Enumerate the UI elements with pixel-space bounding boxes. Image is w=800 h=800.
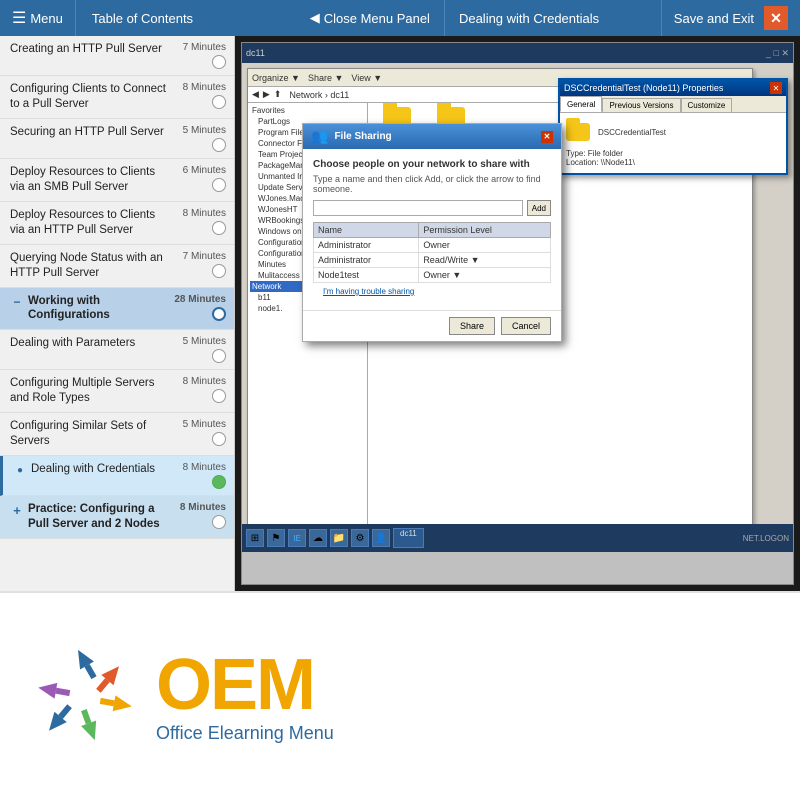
table-row: Administrator Owner [314,238,551,253]
dialog-content: DSCCredentialTest Type: File folder Loca… [560,113,786,173]
sidebar-item-http-pull-server[interactable]: Creating an HTTP Pull Server 7 Minutes [0,36,234,76]
lesson-title: Dealing with Credentials [445,11,661,26]
tab-general[interactable]: General [560,96,602,112]
sidebar-item-secure-http[interactable]: Securing an HTTP Pull Server 5 Minutes [0,119,234,159]
status-circle [212,221,226,235]
save-exit-button[interactable]: Save and Exit ✕ [661,0,800,36]
oem-brand-name: OEM [156,649,334,721]
sidebar-item-similar-sets[interactable]: Configuring Similar Sets of Servers 5 Mi… [0,413,234,456]
cancel-button[interactable]: Cancel [501,317,551,335]
sidebar-item-configure-clients[interactable]: Configuring Clients to Connect to a Pull… [0,76,234,119]
windows-screen: dc11 _ □ ✕ Organize ▼ Share ▼ View ▼ ◀ ▶… [241,42,794,585]
nav-item-favorites[interactable]: Favorites [250,105,365,116]
taskbar-icon-gear[interactable]: ⚙ [351,529,369,547]
oem-branding-section: OEM Office Elearning Menu [0,591,800,800]
taskbar-icon-ie[interactable]: IE [288,529,306,547]
taskbar-icon-folder[interactable]: 📁 [330,529,348,547]
share-icon: 👥 [311,128,328,145]
tab-customize[interactable]: Customize [681,98,733,112]
window-content: Organize ▼ Share ▼ View ▼ ◀ ▶ ⬆ Network … [242,63,793,552]
close-panel-button[interactable]: ◀ Close Menu Panel [296,0,445,36]
video-content-area: dc11 _ □ ✕ Organize ▼ Share ▼ View ▼ ◀ ▶… [235,36,800,591]
oem-logo: OEM Office Elearning Menu [30,642,334,752]
tab-previous-versions[interactable]: Previous Versions [602,98,680,112]
status-circle [212,55,226,69]
sharing-body: Choose people on your network to share w… [303,149,561,310]
sidebar-item-query-node[interactable]: Querying Node Status with an HTTP Pull S… [0,245,234,288]
sharing-subtitle: Choose people on your network to share w… [313,159,551,170]
sidebar-item-practice[interactable]: + Practice: Configuring a Pull Server an… [0,496,234,539]
taskbar-icon-flag[interactable]: ⚑ [267,529,285,547]
taskbar-icon-person[interactable]: 👤 [372,529,390,547]
taskbar-window-explorer[interactable]: dc11 [393,528,424,548]
table-row: Administrator Read/Write ▼ [314,253,551,268]
collapse-icon: − [13,295,20,309]
toc-label: Table of Contents [76,11,296,26]
share-button[interactable]: Share [449,317,495,335]
status-circle [212,349,226,363]
sidebar-item-deploy-smb[interactable]: Deploy Resources to Clients via an SMB P… [0,159,234,202]
close-icon: ✕ [764,6,788,30]
bullet-icon: ● [17,465,23,476]
dialog-title-bar: DSCCredentialTest (Node11) Properties ✕ [560,80,786,96]
col-permission: Permission Level [419,223,551,238]
oem-subtitle-text: Office Elearning Menu [156,723,334,744]
status-circle [212,138,226,152]
table-row: Node1test Owner ▼ [314,268,551,283]
taskbar-time: NET.LOGON [743,534,789,543]
status-circle [212,389,226,403]
trouble-sharing-link[interactable]: I'm having trouble sharing [313,283,551,300]
status-circle [212,432,226,446]
oem-arrows-icon [30,642,140,752]
windows-taskbar: ⊞ ⚑ IE ☁ 📁 ⚙ 👤 dc11 NET.LOGON [242,524,793,552]
top-navigation: ☰ Menu Table of Contents ◀ Close Menu Pa… [0,0,800,36]
menu-button[interactable]: ☰ Menu [0,0,76,36]
sidebar-item-deploy-http[interactable]: Deploy Resources to Clients via an HTTP … [0,202,234,245]
status-circle-playing [212,307,226,321]
status-circle [212,515,226,529]
properties-dialog: DSCCredentialTest (Node11) Properties ✕ … [558,78,788,175]
status-circle-green [212,475,226,489]
folder-icon-dialog [566,123,590,141]
menu-label: Menu [30,11,63,26]
dialog-tabs: General Previous Versions Customize [560,96,786,113]
sharing-add-button[interactable]: Add [527,200,551,216]
status-circle [212,264,226,278]
sharing-input-row: Add [313,200,551,216]
sidebar-item-multiple-servers[interactable]: Configuring Multiple Servers and Role Ty… [0,370,234,413]
start-button[interactable]: ⊞ [246,529,264,547]
oem-text: OEM Office Elearning Menu [156,649,334,744]
sharing-name-input[interactable] [313,200,523,216]
sharing-close-button[interactable]: ✕ [541,131,553,143]
file-sharing-dialog: 👥 File Sharing ✕ Choose people on your n… [302,123,562,342]
main-content: Creating an HTTP Pull Server 7 Minutes C… [0,36,800,591]
status-circle [212,95,226,109]
sidebar-item-parameters[interactable]: Dealing with Parameters 5 Minutes [0,330,234,370]
dialog-close-button[interactable]: ✕ [770,82,782,94]
plus-icon: + [13,503,21,518]
taskbar-icon-cloud[interactable]: ☁ [309,529,327,547]
sharing-instruction: Type a name and then click Add, or click… [313,174,551,194]
sharing-footer: Share Cancel [303,310,561,341]
table-of-contents-sidebar: Creating an HTTP Pull Server 7 Minutes C… [0,36,235,591]
sharing-permissions-table: Name Permission Level Administrator Owne… [313,222,551,283]
col-name: Name [314,223,419,238]
sidebar-item-credentials[interactable]: ● Dealing with Credentials 8 Minutes [0,456,234,496]
oem-arrows-svg [30,642,140,752]
window-titlebar: dc11 _ □ ✕ [242,43,793,63]
sharing-title-bar: 👥 File Sharing ✕ [303,124,561,149]
status-circle [212,178,226,192]
sidebar-item-working-configs[interactable]: − Working with Configurations 28 Minutes [0,288,234,331]
